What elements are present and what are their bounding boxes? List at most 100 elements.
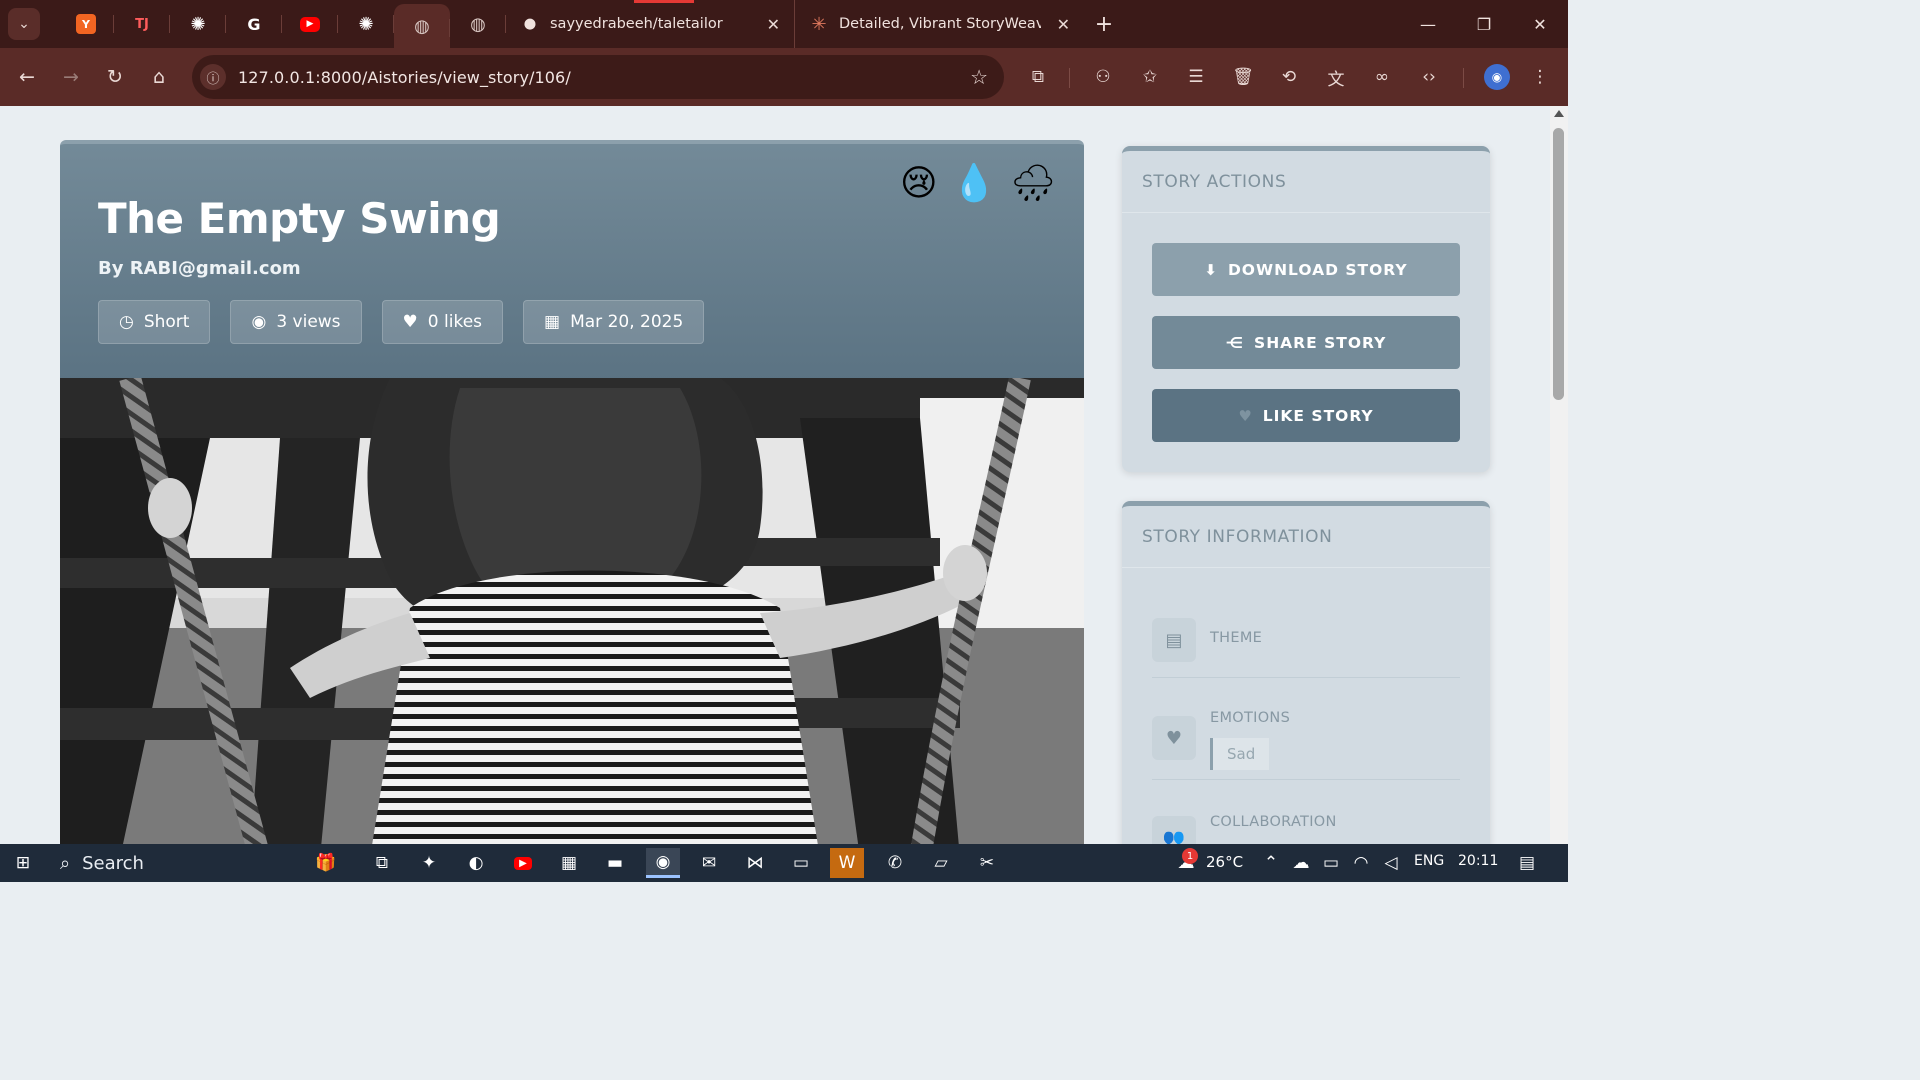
new-tab-button[interactable]: + (1084, 0, 1124, 48)
reading-list-icon[interactable]: ☰ (1180, 61, 1212, 93)
tab-globe[interactable]: ◍ (450, 0, 506, 48)
youtube-icon[interactable]: ▶ (506, 848, 540, 878)
story-image (60, 378, 1084, 844)
crying-face-icon: 😢 (899, 163, 938, 204)
date-badge: ▦ Mar 20, 2025 (523, 300, 705, 344)
emotions-label: EMOTIONS (1210, 710, 1291, 726)
task-view-icon[interactable]: ⧉ (365, 848, 399, 878)
length-text: Short (143, 312, 190, 332)
tab-chatgpt-2[interactable]: ✺ (338, 0, 394, 48)
download-story-button[interactable]: ⬇ DOWNLOAD STORY (1152, 243, 1460, 296)
home-button[interactable]: ⌂ (137, 55, 181, 99)
download-label: DOWNLOAD STORY (1227, 260, 1408, 279)
restore-button[interactable]: ❐ (1456, 0, 1512, 48)
windows-start-icon[interactable]: ⊞ (6, 848, 40, 878)
terminal-icon[interactable]: ▭ (784, 848, 818, 878)
menu-dots-icon[interactable]: ⋮ (1524, 61, 1556, 93)
like-label: LIKE STORY (1262, 406, 1374, 425)
link-icon[interactable]: ∞ (1366, 61, 1398, 93)
extensions-icon[interactable]: ⧉ (1022, 61, 1054, 93)
notes-icon[interactable]: ▱ (924, 848, 958, 878)
profile-avatar[interactable]: ◉ (1484, 64, 1510, 90)
trash-icon[interactable]: 🗑 (1227, 61, 1259, 93)
show-hidden-icons-icon[interactable]: ⌃ (1258, 848, 1284, 878)
tab-ycombinator[interactable]: Y (58, 0, 114, 48)
battery-icon[interactable]: ▭ (1318, 848, 1344, 878)
openai-icon: ✺ (358, 13, 374, 35)
views-badge: ◉ 3 views (230, 300, 362, 344)
reload-button[interactable]: ↻ (93, 55, 137, 99)
tab-tj[interactable]: TJ (114, 0, 170, 48)
close-window-button[interactable]: ✕ (1512, 0, 1568, 48)
wifi-icon[interactable]: ◠ (1348, 848, 1374, 878)
back-button[interactable]: ← (5, 55, 49, 99)
favorites-icon[interactable]: ✩ (1134, 61, 1166, 93)
theme-label: THEME (1210, 630, 1263, 646)
tab-active-localhost[interactable]: ◍ (394, 4, 450, 48)
chrome-icon[interactable]: ◉ (646, 848, 680, 878)
collaboration-row: 👥 COLLABORATION (1152, 802, 1460, 844)
close-tab-icon[interactable]: ✕ (767, 15, 780, 34)
weather-temp[interactable]: 26°C (1206, 853, 1243, 871)
code-icon[interactable]: ‹› (1413, 61, 1445, 93)
translate-icon[interactable]: 文 (1320, 61, 1352, 93)
tab-chatgpt-1[interactable]: ✺ (170, 0, 226, 48)
scroll-up-arrow[interactable] (1554, 110, 1564, 117)
like-story-button[interactable]: ♥ LIKE STORY (1152, 389, 1460, 442)
file-explorer-icon[interactable]: ▬ (598, 848, 632, 878)
windows-taskbar: ⊞ ⌕ Search 🎁 ⧉ ✦ ◐ ▶ ▦ ▬ ◉ ✉ ⋈ ▭ W ✆ ▱ ✂… (0, 844, 1568, 882)
volume-icon[interactable]: ◁ (1378, 848, 1404, 878)
outlook-icon[interactable]: ✉ (692, 848, 726, 878)
incognito-icon[interactable]: ⚇ (1087, 61, 1119, 93)
tab-search-button[interactable]: ⌄ (8, 8, 40, 40)
writer-icon[interactable]: W (830, 848, 864, 878)
search-icon: ⌕ (60, 852, 71, 874)
url-text[interactable]: 127.0.0.1:8000/Aistories/view_story/106/ (238, 68, 571, 87)
mood-emojis: 😢 💧 🌧 (900, 166, 1056, 202)
page-scrollbar[interactable] (1550, 106, 1568, 844)
site-info-icon[interactable]: ⓘ (200, 64, 226, 90)
whatsapp-icon[interactable]: ✆ (878, 848, 912, 878)
onedrive-icon[interactable]: ☁ (1288, 848, 1314, 878)
copilot-icon[interactable]: ✦ (412, 848, 446, 878)
tab-youtube[interactable]: ▶ (282, 0, 338, 48)
bookmark-star-icon[interactable]: ☆ (970, 65, 988, 89)
book-icon: ▤ (1152, 618, 1196, 662)
search-label: Search (82, 852, 144, 874)
gift-icon[interactable]: 🎁 (302, 848, 350, 878)
emotions-row: ♥ EMOTIONS Sad (1152, 694, 1460, 780)
close-tab-icon[interactable]: ✕ (1057, 15, 1070, 34)
users-icon: 👥 (1152, 816, 1196, 844)
eye-icon: ◉ (251, 312, 267, 332)
story-information-card: STORY INFORMATION ▤ THEME ♥ EMOTIONS Sad… (1122, 501, 1490, 844)
clock[interactable]: 20:11 (1458, 853, 1498, 869)
store-icon[interactable]: ▦ (552, 848, 586, 878)
page-content: The Empty Swing By RABI@gmail.com ◷ Shor… (0, 106, 1550, 844)
share-story-button[interactable]: ⋲ SHARE STORY (1152, 316, 1460, 369)
likes-badge: ♥ 0 likes (381, 300, 504, 344)
length-badge: ◷ Short (98, 300, 211, 344)
claude-icon: ✳ (811, 13, 827, 35)
tj-icon: TJ (135, 16, 149, 32)
story-information-title: STORY INFORMATION (1122, 506, 1490, 568)
app-icon[interactable]: ✂ (970, 848, 1004, 878)
tab-google[interactable]: G (226, 0, 282, 48)
tab-github[interactable]: ● sayyedrabeeh/taletailor ✕ (506, 0, 794, 48)
forward-button[interactable]: → (49, 55, 93, 99)
emotion-tag: Sad (1210, 738, 1270, 770)
edge-icon[interactable]: ◐ (459, 848, 493, 878)
calendar-icon: ▦ (544, 312, 561, 332)
address-bar[interactable]: ⓘ 127.0.0.1:8000/Aistories/view_story/10… (192, 55, 1004, 99)
language-indicator[interactable]: ENG (1414, 853, 1444, 869)
story-actions-title: STORY ACTIONS (1122, 151, 1490, 213)
droplet-icon: 💧 (951, 163, 997, 204)
notifications-icon[interactable]: ▤ (1510, 848, 1544, 878)
story-meta: ◷ Short ◉ 3 views ♥ 0 likes ▦ Mar 20, 20… (98, 300, 705, 344)
rain-cloud-icon: 🌧 (1010, 163, 1056, 204)
tab-claude[interactable]: ✳ Detailed, Vibrant StoryWeave R ✕ (794, 0, 1084, 48)
history-icon[interactable]: ⟲ (1273, 61, 1305, 93)
share-icon: ⋲ (1225, 333, 1245, 352)
vscode-icon[interactable]: ⋈ (738, 848, 772, 878)
scrollbar-thumb[interactable] (1553, 128, 1564, 400)
minimize-button[interactable]: — (1400, 0, 1456, 48)
